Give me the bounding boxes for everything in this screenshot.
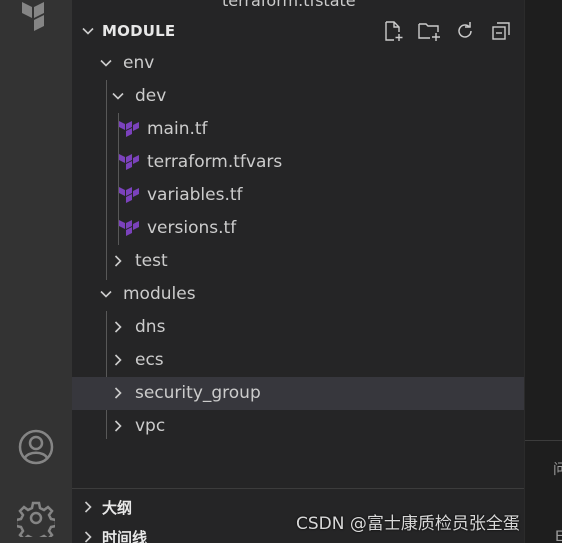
watermark-text: CSDN @富士康质检员张全蛋 (296, 514, 520, 534)
chevron-right-icon (110, 418, 126, 438)
chevron-down-icon (80, 23, 96, 43)
chevron-down-icon (98, 286, 114, 306)
chevron-down-icon (98, 55, 114, 75)
tree-file-versions-tf[interactable]: versions.tf (72, 212, 524, 245)
activity-bar (0, 0, 72, 543)
terraform-file-icon (118, 219, 140, 245)
account-icon[interactable] (0, 427, 72, 467)
tree-item-label: dns (135, 317, 166, 337)
timeline-label: 时间线 (102, 529, 148, 543)
tree-item-label: modules (123, 284, 196, 304)
settings-gear-icon[interactable] (0, 498, 72, 538)
tree-folder-ecs[interactable]: ecs (72, 344, 524, 377)
chevron-right-icon (110, 253, 126, 273)
tree-item-label: vpc (135, 416, 166, 436)
tree-file-variables-tf[interactable]: variables.tf (72, 179, 524, 212)
new-folder-icon[interactable] (416, 20, 442, 42)
panel-text-fragment: E (555, 529, 562, 543)
terraform-file-icon (118, 186, 140, 212)
chevron-right-icon (80, 529, 96, 543)
tree-item-label: versions.tf (147, 218, 237, 238)
section-divider (72, 488, 524, 489)
new-file-icon[interactable] (380, 20, 406, 42)
collapse-all-icon[interactable] (488, 20, 514, 42)
tree-folder-modules[interactable]: modules (72, 278, 524, 311)
terraform-file-icon (118, 153, 140, 179)
refresh-icon[interactable] (452, 20, 478, 42)
section-title: MODULE (102, 22, 176, 40)
panel-tab-fragment[interactable]: 问 (553, 459, 562, 479)
explorer-section-header[interactable]: MODULE (72, 14, 524, 48)
chevron-right-icon (110, 319, 126, 339)
tree-item-label: dev (135, 86, 167, 106)
editor-area: 问 E (524, 0, 562, 543)
section-actions (380, 20, 514, 42)
tree-item-label: ecs (135, 350, 164, 370)
scrolled-item-label: terraform.tfstate (222, 0, 356, 10)
tree-item-label: test (135, 251, 168, 271)
bottom-panel-edge: 问 E (525, 440, 562, 543)
outline-label: 大纲 (102, 499, 133, 517)
tree-folder-dev[interactable]: dev (72, 80, 524, 113)
tree-folder-security-group[interactable]: security_group (72, 377, 524, 410)
explorer-sidebar: terraform.tfstate MODULE env dev main.tf… (72, 0, 524, 543)
chevron-right-icon (110, 352, 126, 372)
tree-folder-dns[interactable]: dns (72, 311, 524, 344)
tree-folder-env[interactable]: env (72, 47, 524, 80)
chevron-down-icon (110, 88, 126, 108)
chevron-right-icon (110, 385, 126, 405)
terraform-file-icon (118, 120, 140, 146)
terraform-logo-icon[interactable] (0, 0, 72, 40)
tree-item-label: env (123, 53, 155, 73)
tree-folder-vpc[interactable]: vpc (72, 410, 524, 443)
tree-item-label: main.tf (147, 119, 208, 139)
tree-item-label: security_group (135, 383, 261, 403)
tree-file-main-tf[interactable]: main.tf (72, 113, 524, 146)
tree-item-label: variables.tf (147, 185, 243, 205)
tree-item-label: terraform.tfvars (147, 152, 283, 172)
tree-folder-test[interactable]: test (72, 245, 524, 278)
chevron-right-icon (80, 499, 96, 519)
tree-file-terraform-tfvars[interactable]: terraform.tfvars (72, 146, 524, 179)
